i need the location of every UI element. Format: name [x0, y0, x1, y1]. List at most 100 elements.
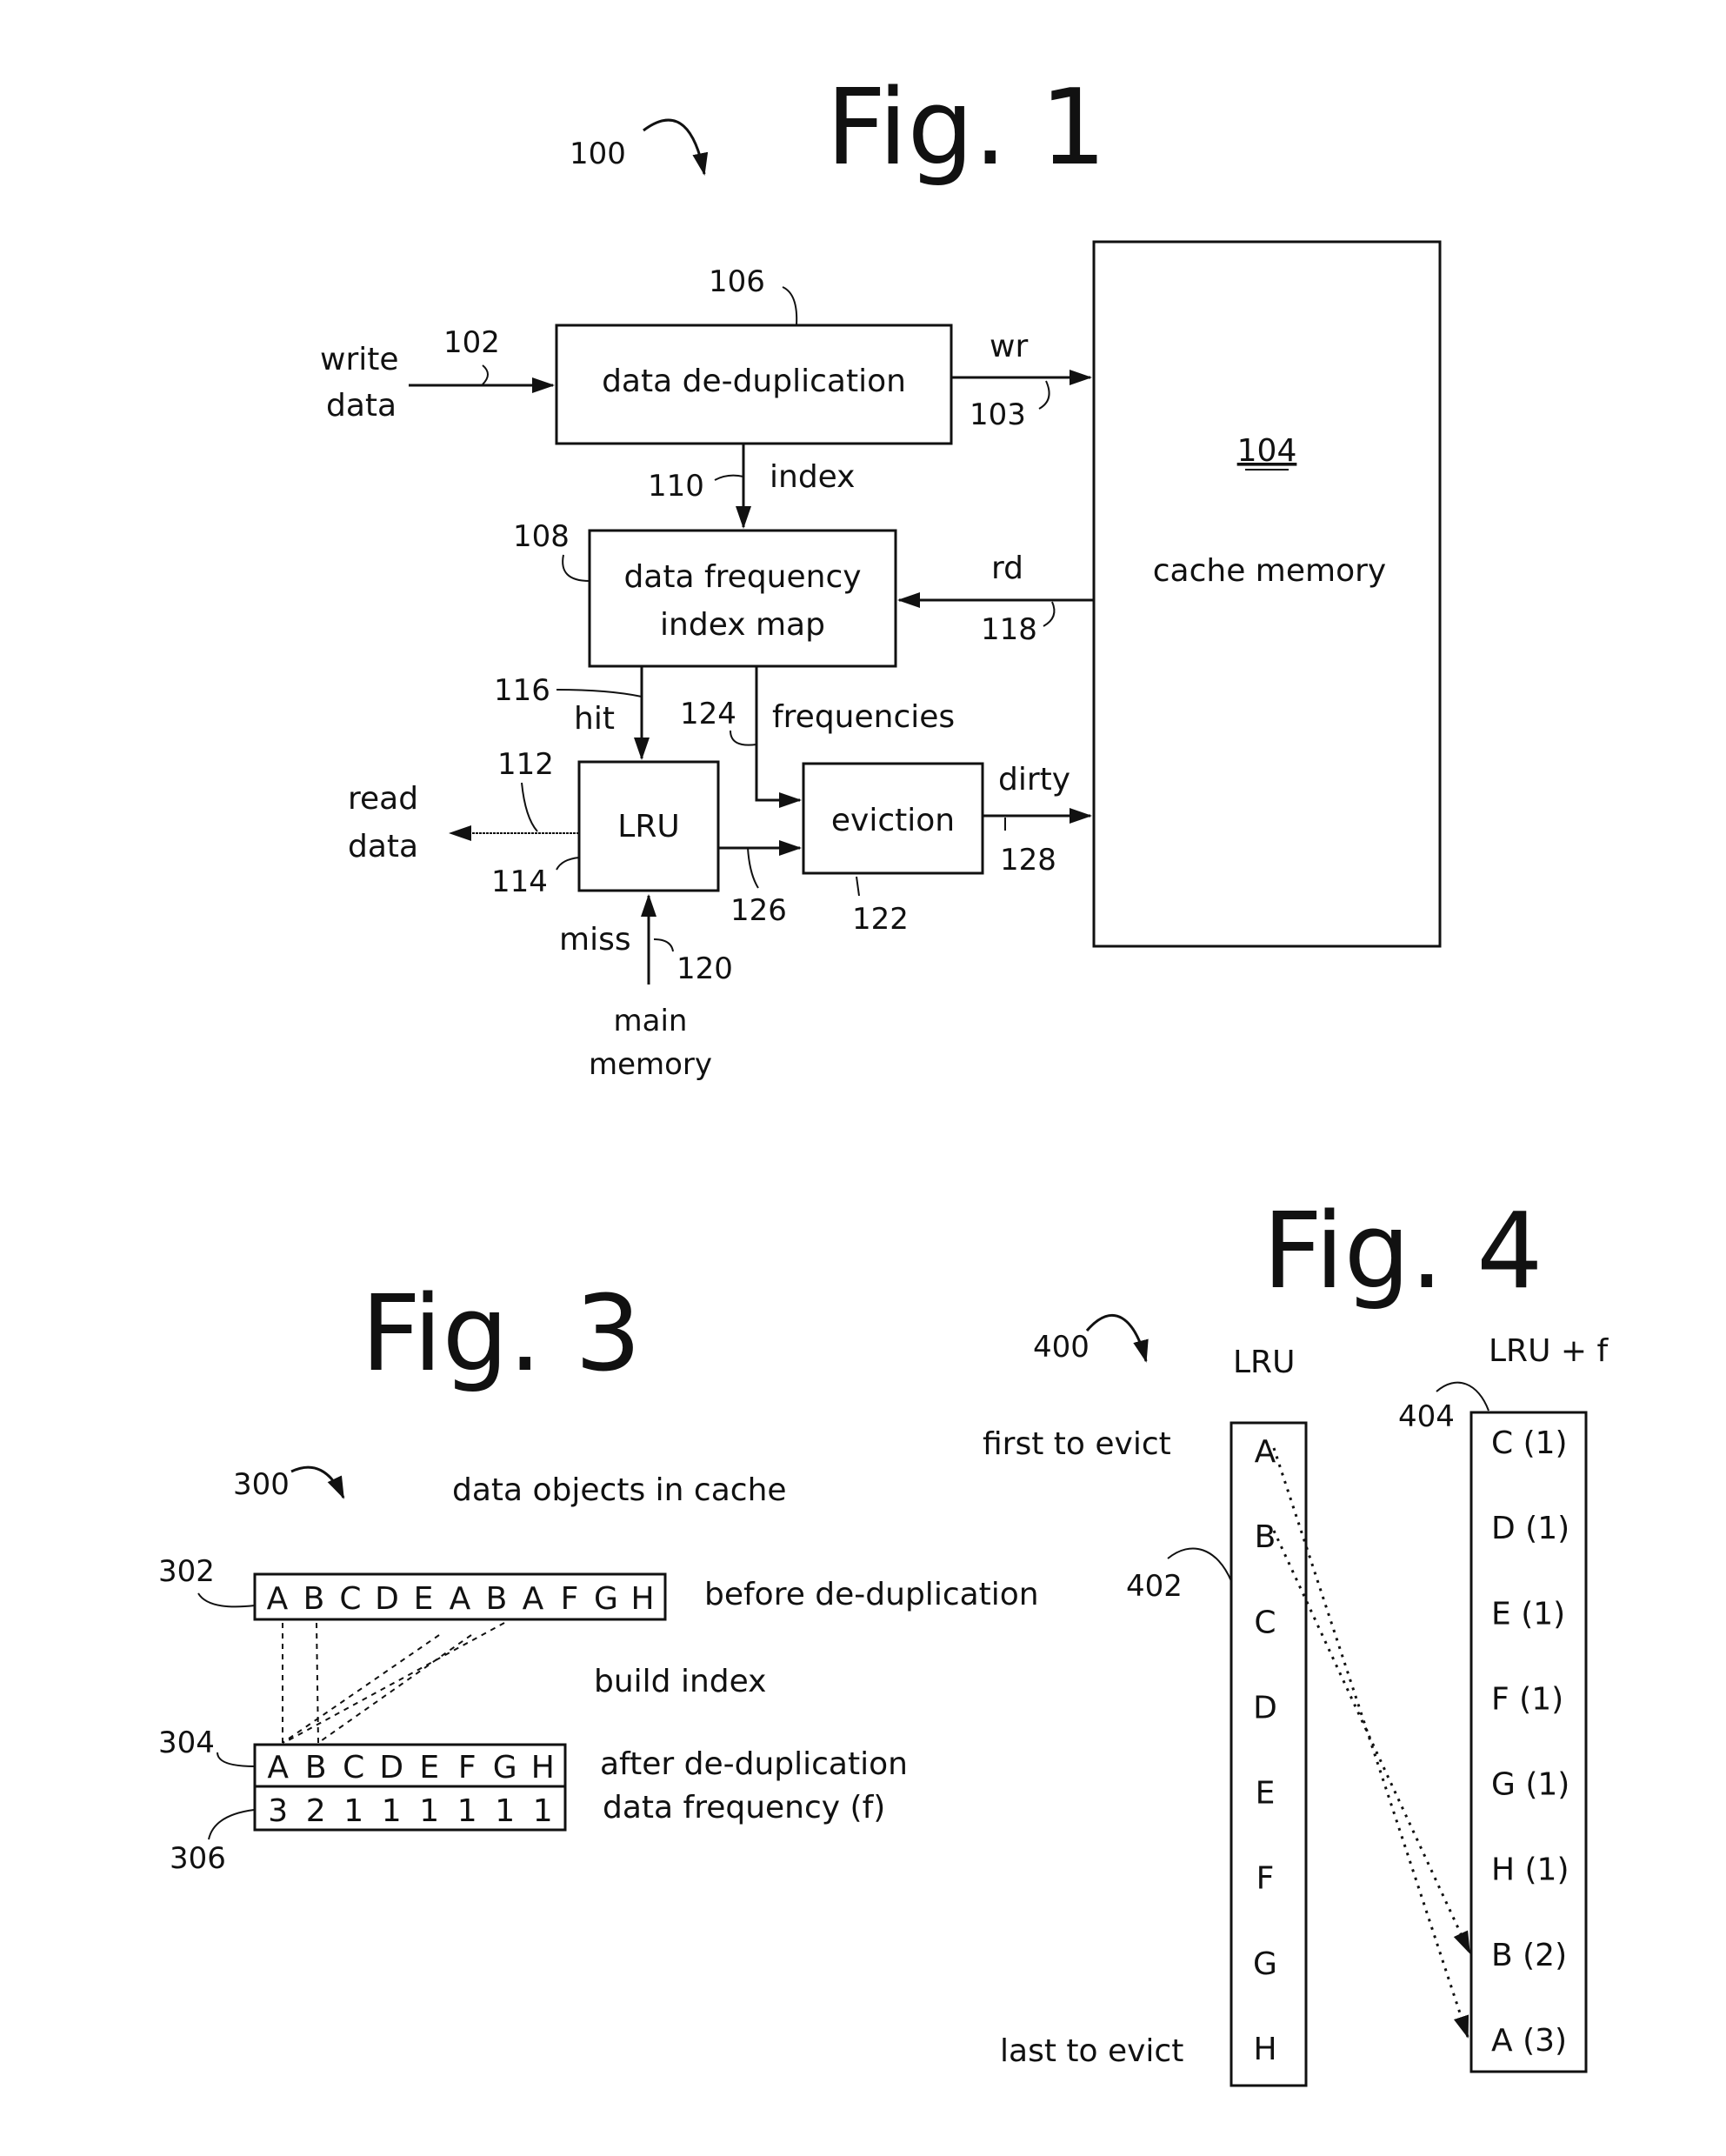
main-memory-label-2: memory — [589, 1047, 712, 1082]
lru-f-list-item: E (1) — [1491, 1596, 1565, 1632]
freqmap-label-1: data frequency — [623, 559, 861, 595]
data-frequency-index-map-box — [588, 529, 897, 668]
frequency-cell: 1 — [533, 1793, 553, 1829]
cache-memory-box — [1092, 240, 1442, 948]
after-dedup-cell: E — [419, 1750, 439, 1786]
fig4-ref-arrow — [1085, 1313, 1149, 1363]
after-dedup-cell: F — [458, 1750, 476, 1786]
fig3-ref-arrow — [290, 1465, 345, 1499]
write-data-label-1: write — [320, 342, 399, 377]
figure-1: Fig. 1 100 write data 102 data de-duplic… — [320, 68, 1442, 1082]
last-to-evict-label: last to evict — [1000, 2033, 1183, 2069]
fig3-title: Fig. 3 — [361, 1274, 641, 1395]
index-line-B2 — [317, 1634, 472, 1744]
lru-list-item: G — [1253, 1946, 1277, 1982]
index-line-A2 — [282, 1634, 440, 1744]
frequency-cell: 1 — [457, 1793, 477, 1829]
patent-figure-sheet: Fig. 1 100 write data 102 data de-duplic… — [158, 68, 1609, 2087]
first-to-evict-label: first to evict — [983, 1426, 1171, 1462]
leader-103 — [1038, 380, 1050, 410]
move-b-arrow — [1272, 1530, 1471, 1954]
before-dedup-cell: A — [267, 1581, 289, 1617]
lru-list-item: D — [1253, 1690, 1277, 1725]
lru-heading: LRU — [1233, 1345, 1295, 1380]
after-dedup-cell: D — [379, 1750, 403, 1786]
lru-f-list-item: B (2) — [1491, 1938, 1567, 1973]
miss-label: miss — [559, 922, 631, 958]
after-dedup-cell: A — [267, 1750, 289, 1786]
frequencies-label: frequencies — [772, 699, 955, 735]
before-dedup-cell: A — [523, 1581, 544, 1617]
ref-404: 404 — [1398, 1399, 1455, 1434]
leader-302 — [197, 1592, 256, 1608]
reorder-arrows — [1272, 1447, 1471, 2039]
leader-102 — [482, 364, 489, 385]
fig4-title: Fig. 4 — [1263, 1191, 1543, 1312]
lru-f-list-item: A (3) — [1491, 2023, 1567, 2059]
ref-104: 104 — [1237, 433, 1297, 469]
leader-124 — [730, 730, 757, 746]
before-dedup-cell: B — [486, 1581, 508, 1617]
before-dedup-cell: E — [414, 1581, 434, 1617]
frequency-cell: 1 — [382, 1793, 402, 1829]
after-dedup-cell: G — [493, 1750, 517, 1786]
fig1-ref: 100 — [570, 137, 626, 171]
leader-126 — [747, 847, 759, 889]
frequency-row — [253, 1785, 567, 1832]
write-data-label-2: data — [326, 388, 397, 424]
lru-label: LRU — [617, 809, 679, 844]
fig1-ref-arrow — [643, 118, 709, 176]
ref-112: 112 — [497, 747, 554, 782]
ref-402: 402 — [1126, 1569, 1183, 1604]
fig4-ref: 400 — [1033, 1330, 1090, 1365]
cache-memory-label: cache memory — [1153, 553, 1386, 589]
ref-108: 108 — [513, 519, 570, 554]
leader-108 — [562, 554, 590, 582]
before-dedup-cell: H — [630, 1581, 654, 1617]
leader-114 — [556, 857, 580, 871]
ref-306: 306 — [170, 1841, 226, 1876]
dirty-label: dirty — [998, 762, 1070, 798]
leader-122 — [856, 876, 860, 897]
lru-f-list-item: C (1) — [1491, 1425, 1568, 1461]
ref-124: 124 — [680, 697, 736, 731]
leader-110 — [714, 474, 744, 481]
ref-114: 114 — [491, 864, 548, 899]
ref-302: 302 — [158, 1554, 215, 1589]
ref-120: 120 — [676, 951, 733, 986]
after-dedup-cell: C — [343, 1750, 364, 1786]
move-a-arrow — [1272, 1447, 1469, 2039]
frequency-cell: 1 — [419, 1793, 439, 1829]
lru-f-list-item: H (1) — [1491, 1852, 1569, 1888]
eviction-label: eviction — [831, 803, 955, 838]
frequency-cell: 3 — [268, 1793, 288, 1829]
build-index-lines — [282, 1622, 505, 1744]
before-dedup-cell: A — [450, 1581, 471, 1617]
fig1-title: Fig. 1 — [826, 68, 1106, 189]
frequency-cell: 2 — [306, 1793, 326, 1829]
lru-list-item: A — [1255, 1434, 1276, 1470]
after-dedup-cell: B — [305, 1750, 327, 1786]
build-index-label: build index — [594, 1664, 766, 1699]
lru-list-item: B — [1255, 1519, 1276, 1555]
leader-120 — [653, 938, 674, 952]
leader-116 — [556, 689, 643, 698]
hit-label: hit — [574, 701, 615, 737]
after-dedup-label: after de-duplication — [600, 1746, 908, 1782]
frequency-cells: 32111111 — [268, 1793, 552, 1829]
lru-f-list-item: G (1) — [1491, 1767, 1569, 1803]
ref-116: 116 — [494, 673, 550, 708]
ref-122: 122 — [852, 902, 909, 937]
lru-f-heading: LRU + f — [1489, 1333, 1609, 1369]
leader-106 — [782, 286, 798, 326]
wr-label: wr — [990, 329, 1028, 364]
data-dedup-label: data de-duplication — [602, 364, 906, 399]
before-dedup-cell: F — [561, 1581, 579, 1617]
after-dedup-cell: H — [531, 1750, 555, 1786]
lru-list-item: E — [1256, 1776, 1276, 1812]
ref-118: 118 — [981, 612, 1037, 647]
ref-126: 126 — [730, 893, 787, 928]
lru-f-list-item: F (1) — [1491, 1681, 1563, 1717]
index-label: index — [770, 459, 856, 495]
leader-112 — [521, 782, 538, 832]
